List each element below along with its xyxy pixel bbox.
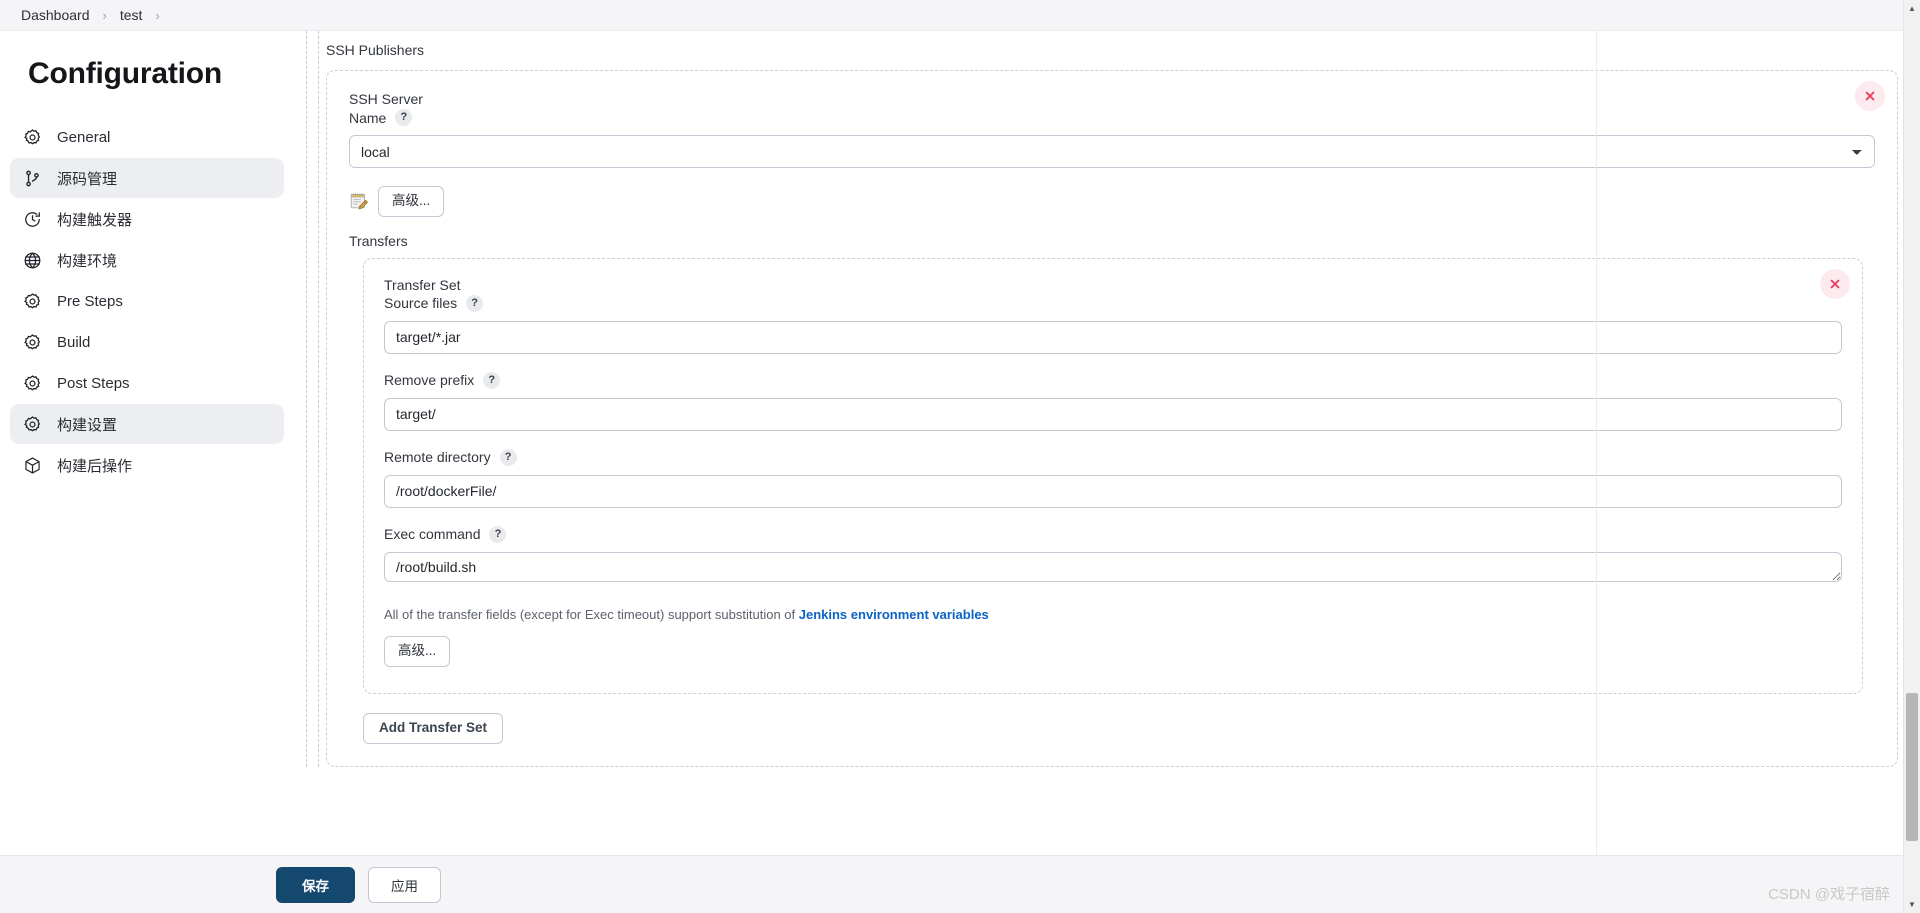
globe-icon	[22, 250, 42, 270]
ssh-server-title: SSH Server	[349, 91, 423, 107]
page-scrollbar[interactable]: ▲ ▼	[1903, 0, 1920, 913]
form-rail-outer	[306, 31, 307, 767]
gear-icon	[22, 414, 42, 434]
transfer-set-chunk: Transfer Set Source files ? Remove prefi…	[363, 257, 1863, 694]
watermark: CSDN @戏子宿醉	[1768, 886, 1890, 903]
sidebar-item-label: 源码管理	[57, 170, 118, 188]
main-content: SSH Publishers SSH Server Name ? local 高…	[306, 31, 1920, 913]
add-transfer-set-button[interactable]: Add Transfer Set	[363, 712, 504, 744]
scrollbar-thumb[interactable]	[1906, 693, 1918, 841]
ssh-server-name-select[interactable]: local	[349, 135, 1875, 168]
remote-directory-field: Remote directory ?	[384, 448, 1842, 508]
transfer-set-advanced-button[interactable]: 高级...	[384, 635, 451, 667]
exec-command-label-text: Exec command	[384, 526, 481, 543]
help-icon[interactable]: ?	[489, 525, 507, 543]
transfer-set-title: Transfer Set	[384, 276, 461, 293]
gear-icon	[22, 291, 42, 311]
help-icon[interactable]: ?	[466, 294, 484, 312]
sidebar-item-label: 构建环境	[57, 252, 118, 270]
sidebar-item-label: 构建后操作	[57, 457, 133, 475]
exec-command-textarea[interactable]: /root/build.sh	[384, 551, 1842, 582]
sidebar-item-label: Pre Steps	[57, 292, 123, 310]
sidebar-item-label: Build	[57, 333, 91, 351]
source-files-field: Source files ?	[384, 294, 1842, 354]
ssh-publishers-form: SSH Publishers SSH Server Name ? local 高…	[306, 31, 1920, 767]
save-button[interactable]: 保存	[276, 866, 355, 903]
sidebar-item-label: Post Steps	[57, 374, 130, 392]
remove-prefix-input[interactable]	[384, 397, 1842, 431]
gear-icon	[22, 332, 42, 352]
sidebar-item-label: General	[57, 128, 111, 146]
remote-directory-label-text: Remote directory	[384, 449, 491, 466]
ssh-server-name-label: Name ?	[349, 109, 1875, 126]
substitution-note: All of the transfer fields (except for E…	[384, 607, 1842, 622]
scroll-up-icon[interactable]: ▲	[1904, 0, 1920, 17]
sidebar-item-label: 构建触发器	[57, 211, 133, 229]
sidebar-item-build-settings[interactable]: 构建设置	[10, 404, 284, 444]
form-action-bar: 保存 应用	[0, 855, 1920, 913]
ssh-server-name-text: Name	[349, 109, 387, 126]
remove-prefix-field: Remove prefix ?	[384, 371, 1842, 431]
package-icon	[22, 455, 42, 475]
exec-command-label: Exec command ?	[384, 525, 1842, 543]
sidebar-item-general[interactable]: General	[10, 117, 284, 157]
sidebar-nav: General 源码管理 构建触发器 构建环境 Pre Steps Build …	[0, 117, 306, 485]
breadcrumb-item-test[interactable]: test	[113, 5, 150, 25]
sidebar-item-build[interactable]: Build	[10, 322, 284, 362]
breadcrumb-separator-icon-2: ›	[155, 7, 160, 23]
clock-icon	[22, 209, 42, 229]
sidebar-item-pre-steps[interactable]: Pre Steps	[10, 281, 284, 321]
sidebar-item-build-triggers[interactable]: 构建触发器	[10, 199, 284, 239]
add-transfer-set-row: Add Transfer Set	[363, 712, 1853, 744]
sidebar-item-label: 构建设置	[57, 416, 118, 434]
sidebar-item-build-environment[interactable]: 构建环境	[10, 240, 284, 280]
breadcrumb: Dashboard › test ›	[0, 0, 1920, 31]
jenkins-environment-variables-link[interactable]: Jenkins environment variables	[799, 607, 989, 622]
source-files-label-text: Source files	[384, 295, 458, 312]
help-icon[interactable]: ?	[483, 371, 501, 389]
source-files-label: Source files ?	[384, 294, 1842, 312]
ssh-server-advanced-button[interactable]: 高级...	[378, 186, 445, 217]
breadcrumb-separator-icon: ›	[102, 7, 107, 23]
delete-ssh-server-button[interactable]	[1855, 81, 1885, 111]
apply-button[interactable]: 应用	[368, 866, 441, 903]
page-title: Configuration	[28, 57, 223, 90]
delete-transfer-set-button[interactable]	[1820, 268, 1850, 299]
help-icon[interactable]: ?	[395, 109, 413, 126]
configuration-page: Configuration General 源码管理 构建触发器 构建环境 Pr…	[0, 31, 1920, 913]
transfer-set-advanced-row: 高级...	[384, 635, 1842, 667]
ssh-server-chunk: SSH Server Name ? local 高级... Transfers …	[326, 70, 1898, 767]
sidebar-item-post-steps[interactable]: Post Steps	[10, 363, 284, 403]
sidebar-item-source-code-management[interactable]: 源码管理	[10, 158, 284, 198]
side-panel-divider	[1596, 31, 1597, 855]
transfers-label: Transfers	[349, 232, 408, 249]
branch-icon	[22, 168, 42, 188]
breadcrumb-item-dashboard[interactable]: Dashboard	[14, 5, 97, 25]
remove-prefix-label: Remove prefix ?	[384, 371, 1842, 389]
ssh-server-advanced-row: 高级...	[349, 186, 1875, 217]
ssh-publishers-label: SSH Publishers	[326, 42, 425, 58]
remove-prefix-label-text: Remove prefix	[384, 372, 475, 389]
scroll-down-icon[interactable]: ▼	[1904, 896, 1920, 913]
sidebar-item-post-build-actions[interactable]: 构建后操作	[10, 445, 284, 485]
exec-command-field: Exec command ? /root/build.sh	[384, 525, 1842, 587]
remote-directory-label: Remote directory ?	[384, 448, 1842, 466]
close-icon	[1865, 91, 1875, 101]
close-icon	[1830, 279, 1840, 289]
form-rail-inner	[318, 31, 319, 767]
notepad-icon	[349, 191, 369, 211]
substitution-note-text: All of the transfer fields (except for E…	[384, 606, 799, 622]
help-icon[interactable]: ?	[499, 448, 517, 466]
source-files-input[interactable]	[384, 320, 1842, 354]
gear-icon	[22, 127, 42, 147]
sidebar: Configuration General 源码管理 构建触发器 构建环境 Pr…	[0, 31, 306, 913]
remote-directory-input[interactable]	[384, 474, 1842, 508]
gear-icon	[22, 373, 42, 393]
